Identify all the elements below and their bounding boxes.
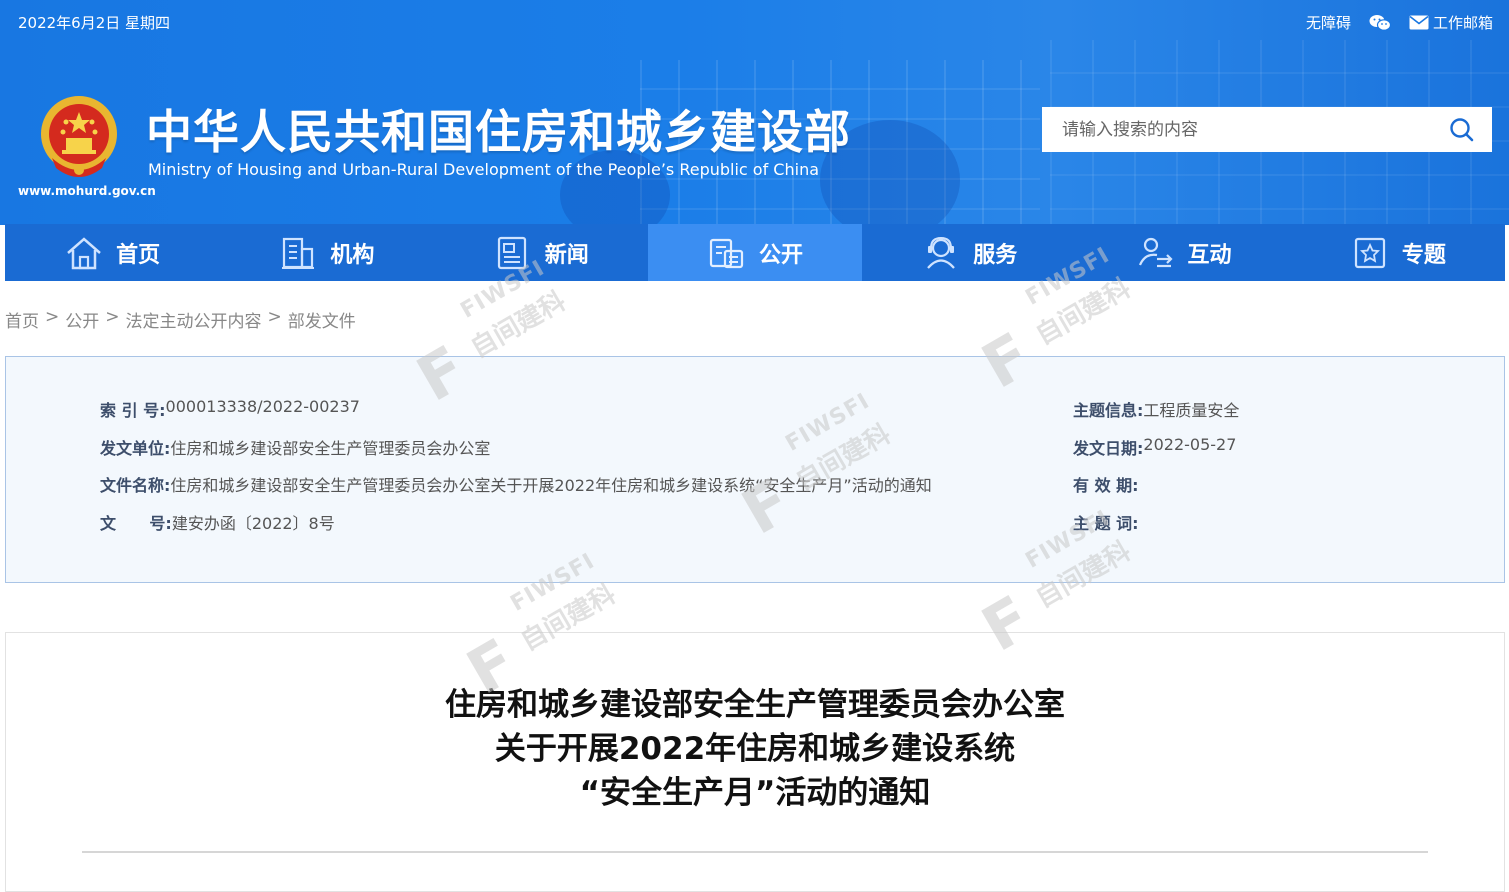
service-icon — [921, 233, 961, 273]
breadcrumb-statutory-content[interactable]: 法定主动公开内容 — [126, 307, 262, 332]
meta-topic-label: 主题信息: — [1073, 401, 1144, 420]
building-icon — [278, 233, 318, 273]
nav-item-news[interactable]: 新闻 — [434, 224, 648, 281]
mail-icon — [1409, 15, 1429, 30]
meta-document-number: 文 号: 建安办函〔2022〕8号 — [100, 510, 335, 534]
meta-issue-date: 发文日期: 2022-05-27 — [1073, 435, 1236, 459]
meta-index-value: 000013338/2022-00237 — [165, 397, 360, 416]
meta-filename-value: 住房和城乡建设部安全生产管理委员会办公室关于开展2022年住房和城乡建设系统“安… — [170, 476, 932, 495]
document-title-line2: 关于开展2022年住房和城乡建设系统 — [494, 731, 1016, 767]
nav-label-topic: 专题 — [1401, 242, 1446, 268]
meta-date-label: 发文日期: — [1073, 439, 1144, 458]
meta-date-value: 2022-05-27 — [1143, 435, 1237, 454]
nav-item-interaction[interactable]: 互动 — [1076, 224, 1290, 281]
meta-filename: 文件名称: 住房和城乡建设部安全生产管理委员会办公室关于开展2022年住房和城乡… — [100, 472, 932, 496]
document-content: 住房和城乡建设部安全生产管理委员会办公室 关于开展2022年住房和城乡建设系统 … — [5, 632, 1505, 892]
breadcrumb-disclosure[interactable]: 公开 — [65, 307, 99, 332]
wechat-link[interactable] — [1369, 14, 1391, 32]
meta-filename-label: 文件名称: — [100, 476, 171, 495]
meta-index-number: 索 引 号: 000013338/2022-00237 — [100, 397, 360, 421]
interaction-icon — [1136, 233, 1176, 273]
site-title: 中华人民共和国住房和城乡建设部 — [146, 105, 851, 159]
nav-label-home: 首页 — [116, 242, 161, 268]
nav-item-organization[interactable]: 机构 — [219, 224, 433, 281]
news-icon — [493, 233, 533, 273]
current-date: 2022年6月2日 星期四 — [18, 14, 171, 32]
meta-issuer-label: 发文单位: — [100, 439, 171, 458]
wechat-icon — [1369, 14, 1391, 31]
search-button[interactable] — [1432, 107, 1492, 152]
watermark-text-bottom: 自间建科 — [465, 286, 571, 365]
breadcrumb-ministry-documents[interactable]: 部发文件 — [288, 307, 356, 332]
site-subtitle: Ministry of Housing and Urban-Rural Deve… — [148, 160, 820, 179]
meta-validity: 有 效 期: — [1073, 472, 1139, 496]
document-metadata: 索 引 号: 000013338/2022-00237 发文单位: 住房和城乡建… — [5, 356, 1505, 583]
topic-icon — [1350, 233, 1390, 273]
meta-issuer-value: 住房和城乡建设部安全生产管理委员会办公室 — [170, 439, 491, 458]
nav-label-news: 新闻 — [544, 242, 589, 268]
meta-docnum-label: 文 号: — [100, 514, 172, 533]
accessibility-link[interactable]: 无障碍 — [1306, 12, 1351, 33]
breadcrumb-separator: > — [45, 307, 60, 327]
nav-label-interaction: 互动 — [1187, 242, 1232, 268]
document-title-line1: 住房和城乡建设部安全生产管理委员会办公室 — [445, 687, 1065, 723]
meta-validity-label: 有 效 期: — [1073, 476, 1139, 495]
search-icon — [1450, 117, 1474, 141]
top-links: 无障碍 工作邮箱 — [1306, 12, 1493, 33]
meta-topic-value: 工程质量安全 — [1143, 401, 1240, 420]
nav-label-disclosure: 公开 — [758, 242, 803, 268]
meta-keywords-label: 主 题 词: — [1073, 514, 1139, 533]
site-url: www.mohurd.gov.cn — [18, 184, 156, 198]
nav-item-service[interactable]: 服务 — [862, 224, 1076, 281]
home-icon — [64, 233, 104, 273]
breadcrumb-separator: > — [105, 307, 120, 327]
mailbox-label: 工作邮箱 — [1432, 14, 1493, 32]
search-box — [1042, 107, 1492, 152]
nav-item-topic[interactable]: 专题 — [1291, 224, 1505, 281]
nav-label-service: 服务 — [973, 242, 1018, 268]
title-divider — [82, 851, 1428, 853]
breadcrumb: 首页 > 公开 > 法定主动公开内容 > 部发文件 — [5, 307, 356, 332]
nav-item-home[interactable]: 首页 — [5, 224, 219, 281]
nav-item-disclosure[interactable]: 公开 — [647, 224, 863, 281]
national-emblem-icon — [41, 96, 117, 177]
breadcrumb-separator: > — [267, 307, 282, 327]
meta-topic: 主题信息: 工程质量安全 — [1073, 397, 1239, 421]
mailbox-link[interactable]: 工作邮箱 — [1409, 12, 1493, 33]
search-input[interactable] — [1042, 107, 1432, 152]
disclosure-icon — [707, 233, 747, 273]
document-title: 住房和城乡建设部安全生产管理委员会办公室 关于开展2022年住房和城乡建设系统 … — [6, 683, 1504, 815]
document-title-line3: “安全生产月”活动的通知 — [579, 775, 931, 811]
meta-issuer: 发文单位: 住房和城乡建设部安全生产管理委员会办公室 — [100, 435, 490, 459]
meta-docnum-value: 建安办函〔2022〕8号 — [171, 514, 335, 533]
nav-label-organization: 机构 — [330, 242, 375, 268]
site-header: 2022年6月2日 星期四 无障碍 工作邮箱 www.mohurd.gov.cn… — [0, 0, 1509, 225]
breadcrumb-home[interactable]: 首页 — [5, 307, 39, 332]
meta-index-label: 索 引 号: — [100, 401, 166, 420]
main-navigation: 首页 机构 新闻 公开 服务 互动 专题 — [5, 224, 1505, 281]
meta-keywords: 主 题 词: — [1073, 510, 1139, 534]
